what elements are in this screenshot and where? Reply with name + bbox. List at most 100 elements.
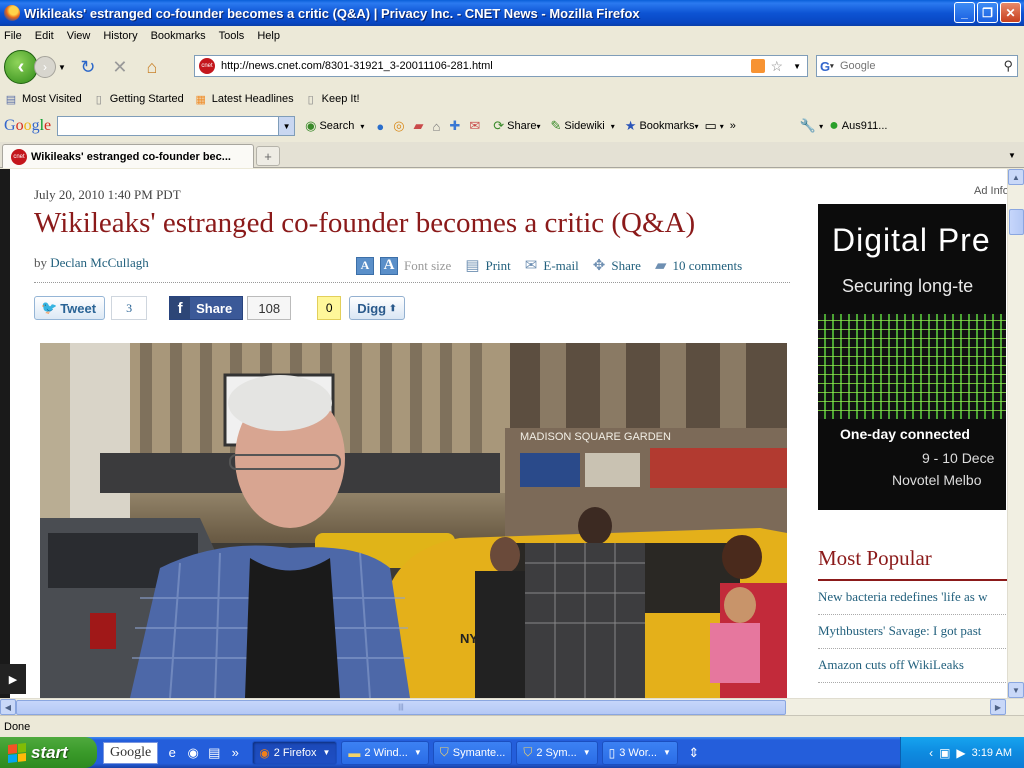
settings-button[interactable]: 🔧 ▾ [800,118,823,134]
menu-help[interactable]: Help [257,30,280,42]
bookmark-getting-started[interactable]: ▯ Getting Started [92,92,184,106]
scroll-left-arrow-icon[interactable]: ◀ [0,699,16,715]
globe-button[interactable]: ● [376,119,387,134]
tab-list-chevron-icon[interactable]: ▼ [1004,147,1020,163]
facebook-share-count: 108 [247,296,292,320]
facebook-share-button[interactable]: f Share [169,296,244,320]
menu-edit[interactable]: Edit [35,30,54,42]
share-link[interactable]: ✥ Share [593,256,641,275]
taskbar-item-windows[interactable]: ▬ 2 Wind... ▼ [341,740,429,765]
popular-item[interactable]: Mythbusters' Savage: I got past [818,615,1008,649]
stop-button[interactable]: ✕ [108,55,132,79]
advertisement-banner[interactable]: Digital Pre Securing long-te One-day con… [818,204,1006,510]
chevron-down-icon[interactable]: ▼ [278,117,295,135]
vertical-scrollbar[interactable]: ▲ ▼ [1007,169,1024,698]
rss-icon[interactable] [750,59,765,73]
rss-feed-icon: ▦ [195,93,206,106]
minimize-button[interactable]: _ [954,2,975,23]
more-button[interactable]: » [730,120,736,132]
bookmark-latest-headlines[interactable]: ▦ Latest Headlines [194,92,294,106]
menu-view[interactable]: View [67,30,91,42]
share-button[interactable]: ⟳ Share ▾ [493,118,540,134]
side-panel-arrow-icon[interactable]: ▶ [0,664,26,694]
scroll-down-arrow-icon[interactable]: ▼ [1008,682,1024,698]
bookmarks-button[interactable]: ★ Bookmarks ▾ [625,118,699,134]
url-bar[interactable]: cnet http://news.cnet.com/8301-31921_3-2… [194,55,808,77]
ie-icon[interactable]: e [164,745,180,761]
horizontal-scrollbar[interactable]: ◀ ||| ▶ [0,698,1024,715]
window-button[interactable]: ▭ ▾ [704,118,723,134]
taskbar-more-icon[interactable]: ⇕ [686,745,702,761]
menu-tools[interactable]: Tools [219,30,245,42]
popular-item[interactable]: New bacteria redefines 'life as w [818,581,1008,615]
tray-collapse-icon[interactable]: ‹ [929,746,933,760]
star-icon: ★ [624,118,637,133]
scroll-right-arrow-icon[interactable]: ▶ [990,699,1006,715]
page-content: ▶ July 20, 2010 1:40 PM PDT Wikileaks' e… [0,169,1024,698]
google-logo[interactable]: Google [4,117,51,135]
google-deskbar[interactable]: Google [103,741,159,764]
font-size-increase-button[interactable]: A [380,256,398,275]
quicklaunch-more-icon[interactable]: » [227,745,243,761]
account-button[interactable]: ● Aus911... [829,117,887,135]
ad-info-link[interactable]: Ad Info [974,185,1009,197]
clock[interactable]: 3:19 AM [972,747,1012,759]
desktop-icon[interactable]: ▤ [206,745,222,761]
new-tab-button[interactable]: + [256,146,280,166]
menu-history[interactable]: History [103,30,137,42]
back-button[interactable]: ‹ [4,50,38,84]
chevron-down-icon[interactable]: ▾ [360,122,364,131]
reload-button[interactable]: ↻ [76,55,100,79]
network-icon[interactable]: ▣ [939,746,950,760]
horizontal-scroll-thumb[interactable]: ||| [16,700,786,715]
menu-file[interactable]: File [4,30,22,42]
bookmark-star-icon[interactable]: ☆ [771,58,784,75]
print-link[interactable]: ▤ Print [465,256,510,275]
tweet-button[interactable]: 🐦 Tweet [34,296,106,320]
author-link[interactable]: Declan McCullagh [50,255,149,270]
sidewiki-button[interactable]: ✎ Sidewiki ▾ [551,118,615,134]
sidewiki-label: Sidewiki [564,120,605,132]
history-dropdown-icon[interactable]: ▼ [58,63,66,72]
share-icon: ✥ [592,258,606,274]
google-search-button[interactable]: ◉ Search ▾ [305,118,370,134]
taskbar-item-symantec[interactable]: ⛉ Symante... [432,740,513,765]
document-icon: ▯ [608,745,616,760]
tab-article[interactable]: cnet Wikileaks' estranged co-founder bec… [2,144,254,168]
scroll-up-arrow-icon[interactable]: ▲ [1008,169,1024,185]
digg-button[interactable]: Digg ⬆ [349,296,405,320]
printer-icon: ▤ [465,258,480,274]
plus-button[interactable]: ✚ [449,118,463,134]
taskbar-item-word[interactable]: ▯ 3 Wor... ▼ [601,740,678,765]
bookmark-keep-it[interactable]: ▯ Keep It! [304,92,360,106]
window-title: Wikileaks' estranged co-founder becomes … [24,5,640,21]
translate-button[interactable]: ▰ [414,118,427,134]
close-button[interactable]: ✕ [1000,2,1021,23]
restore-button[interactable]: ❐ [977,2,998,23]
home-button[interactable]: ⌂ [140,55,164,79]
search-input[interactable] [840,60,1004,72]
start-button[interactable]: start [0,737,97,768]
google-toolbar-search[interactable]: ▼ [57,116,296,136]
bookmark-most-visited[interactable]: ▤ Most Visited [4,92,82,106]
popular-item[interactable]: Amazon cuts off WikiLeaks [818,649,1008,683]
firefox-quicklaunch-icon[interactable]: ◉ [185,745,201,761]
google-engine-icon[interactable]: G ▾ [820,57,838,75]
taskbar-item-symantec-group[interactable]: ⛉ 2 Sym... ▼ [516,740,598,765]
forward-button[interactable]: › [34,56,56,78]
search-icon[interactable]: ⚲ [1003,58,1013,74]
comments-link[interactable]: ▰ 10 comments [655,256,742,275]
url-text[interactable]: http://news.cnet.com/8301-31921_3-200111… [221,60,751,72]
menu-bookmarks[interactable]: Bookmarks [151,30,206,42]
font-size-decrease-button[interactable]: A [356,256,374,275]
email-link[interactable]: ✉ E-mail [525,256,579,275]
url-dropdown-icon[interactable]: ▼ [793,62,801,71]
google-search-input[interactable] [58,117,279,135]
search-bar[interactable]: G▾ ⚲ [816,55,1018,77]
media-icon[interactable]: ▶ [956,746,965,760]
mail-button[interactable]: ✉ [469,118,483,134]
taskbar-item-firefox[interactable]: ◉ 2 Firefox ▼ [252,740,338,765]
vertical-scroll-thumb[interactable] [1009,209,1024,235]
pagerank-button[interactable]: ◎ [393,118,407,134]
bank-button[interactable]: ⌂ [433,119,444,134]
